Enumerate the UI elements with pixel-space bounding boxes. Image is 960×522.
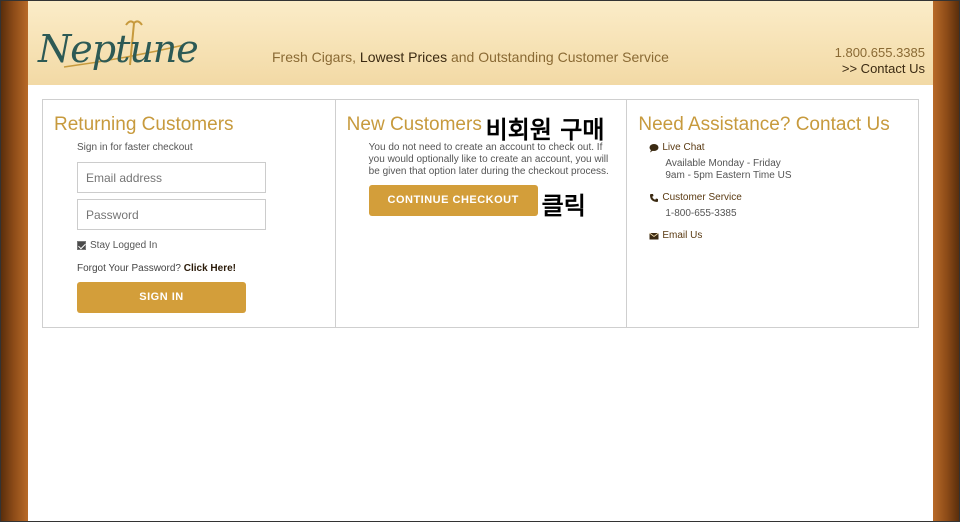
customer-service-phone[interactable]: 1-800-655-3385 [665,208,736,220]
continue-checkout-button[interactable]: CONTINUE CHECKOUT [368,185,538,216]
tagline-part-3: and Outstanding Customer Service [447,49,669,65]
new-customers-section: New Customers 비회원 구매 You do not need to … [334,100,627,327]
logo-text: Neptune [38,27,199,71]
returning-customers-title: Returning Customers [54,114,234,135]
email-us-link[interactable]: Email Us [649,230,702,241]
right-border-decoration [933,1,959,521]
forgot-password-link[interactable]: Click Here! [184,263,236,274]
sign-in-subtitle: Sign in for faster checkout [77,142,193,153]
live-chat-hours-line-1: Available Monday - Friday [665,158,781,169]
tagline-part-1: Fresh Cigars, [272,49,360,65]
chat-bubble-icon [649,143,659,152]
customer-service-label: Customer Service [662,192,742,203]
neptune-logo[interactable]: Neptune [34,15,199,79]
stay-logged-in-checkbox[interactable]: Stay Logged In [77,240,157,251]
sign-in-button[interactable]: SIGN IN [77,282,246,313]
live-chat-hours-line-2: 9am - 5pm Eastern Time US [665,170,792,181]
guest-purchase-annotation: 비회원 구매 [485,116,605,144]
tagline-part-2: Lowest Prices [359,49,448,65]
header-contact: 1.800.655.3385 >> Contact Us [835,45,925,77]
forgot-password-text: Forgot Your Password? [77,263,184,274]
header-phone[interactable]: 1.800.655.3385 [835,45,925,61]
customer-service-item: Customer Service [649,192,742,203]
live-chat-link[interactable]: Live Chat [649,142,705,153]
assistance-title: Need Assistance? Contact Us [638,114,890,135]
tagline: Fresh Cigars, Lowest Prices and Outstand… [272,49,669,65]
new-customers-description: You do not need to create an account to … [368,142,609,177]
assistance-section: Need Assistance? Contact Us Live Chat Av… [626,100,918,327]
left-border-decoration [1,1,28,521]
email-us-label: Email Us [662,230,703,241]
click-annotation: 클릭 [541,192,586,220]
stay-logged-in-label: Stay Logged In [90,240,158,251]
checkbox-checked-icon[interactable] [77,241,86,250]
contact-us-link[interactable]: >> Contact Us [835,61,925,77]
phone-icon [650,193,659,202]
site-header: Neptune Fresh Cigars, Lowest Prices and … [28,1,933,85]
returning-customers-section: Returning Customers Sign in for faster c… [43,100,335,327]
forgot-password: Forgot Your Password? Click Here! [77,263,236,274]
password-input[interactable] [77,199,266,230]
live-chat-hours: Available Monday - Friday 9am - 5pm East… [665,158,791,182]
envelope-icon [649,232,660,239]
new-customers-title: New Customers [346,114,482,135]
email-input[interactable] [77,162,266,193]
checkout-panel: Returning Customers Sign in for faster c… [42,99,919,328]
live-chat-label: Live Chat [662,142,705,153]
